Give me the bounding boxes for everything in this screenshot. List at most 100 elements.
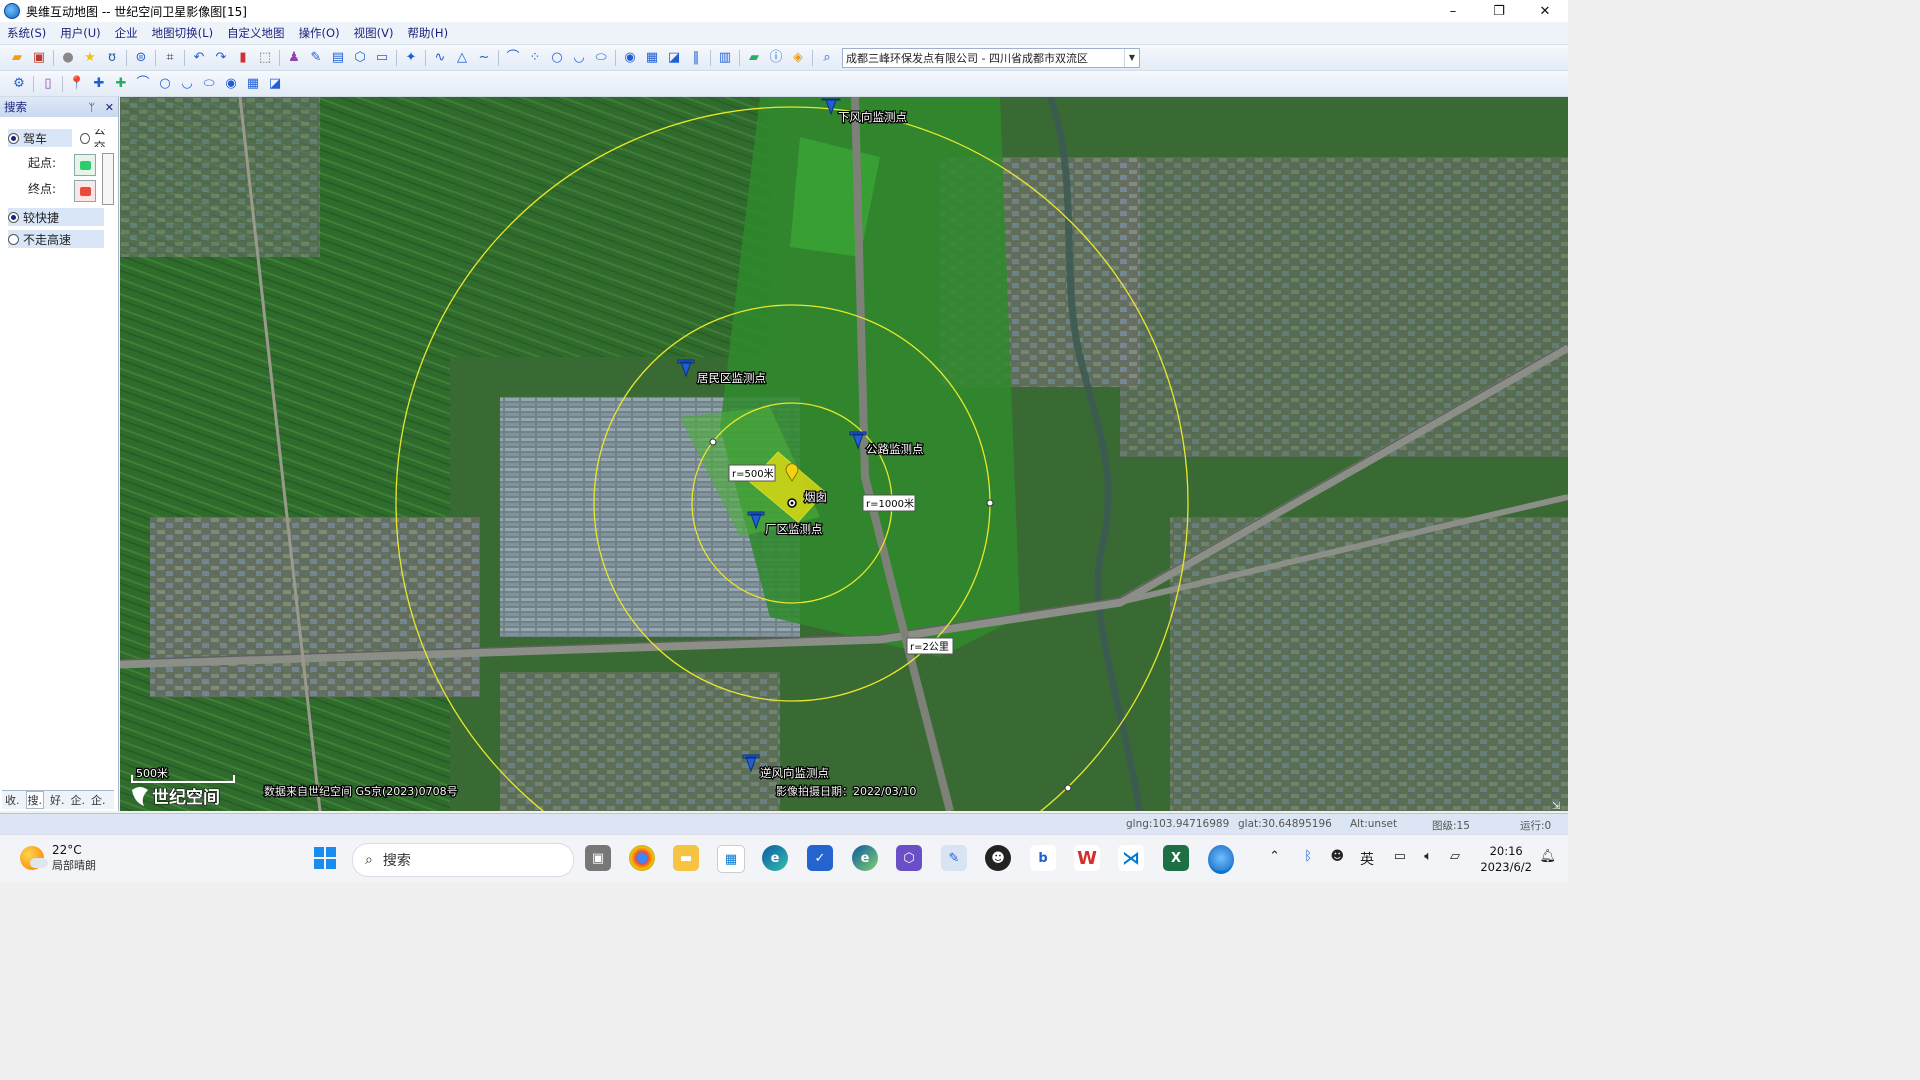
panel-close-icon[interactable]: ✕ bbox=[105, 101, 114, 114]
polyline-icon[interactable]: ∿ bbox=[432, 50, 448, 66]
network-icon[interactable]: ▭ bbox=[1394, 849, 1406, 864]
file-explorer-icon[interactable]: ▬ bbox=[673, 845, 699, 871]
user-pin-icon[interactable]: ♟ bbox=[286, 50, 302, 66]
menu-view[interactable]: 视图(V) bbox=[347, 22, 401, 44]
document-editor-icon[interactable]: ✎ bbox=[941, 845, 967, 871]
points-icon[interactable]: ⁘ bbox=[527, 50, 543, 66]
polygon-tool-icon[interactable]: ⬡ bbox=[352, 50, 368, 66]
side-tab-4[interactable]: 企. bbox=[71, 792, 86, 808]
screen-capture-icon[interactable]: ▭ bbox=[374, 50, 390, 66]
delete-icon[interactable]: ▮ bbox=[235, 50, 251, 66]
menu-map-switch[interactable]: 地图切换(L) bbox=[145, 22, 220, 44]
volume-icon[interactable]: 🔈︎ bbox=[1424, 849, 1432, 864]
split-icon[interactable]: ‖ bbox=[688, 50, 704, 66]
arc-line-icon[interactable]: ⌒ bbox=[505, 50, 521, 66]
circle-tool-icon[interactable]: ○ bbox=[157, 76, 173, 92]
notification-bell-icon[interactable]: 🔔︎ bbox=[1539, 849, 1556, 864]
yellow-pin-icon[interactable]: 📍 bbox=[69, 76, 85, 92]
location-combo[interactable]: 成都三峰环保发点有限公司 - 四川省成都市双流区 ▼ bbox=[842, 47, 1140, 68]
option-no-highway-radio[interactable]: 不走高速 bbox=[8, 230, 104, 248]
arc-icon[interactable]: ◡ bbox=[571, 50, 587, 66]
store-icon[interactable]: ▦ bbox=[717, 845, 745, 873]
menu-help[interactable]: 帮助(H) bbox=[400, 22, 455, 44]
maximize-button[interactable]: ❐ bbox=[1476, 0, 1522, 22]
menu-custom-map[interactable]: 自定义地图 bbox=[220, 22, 292, 44]
undo-icon[interactable]: ↶ bbox=[191, 50, 207, 66]
settings-gear-icon[interactable]: ⚙ bbox=[11, 76, 27, 92]
swap-handle[interactable] bbox=[102, 153, 114, 205]
wps-icon[interactable]: W bbox=[1074, 845, 1100, 871]
select-box-icon[interactable]: ⬚ bbox=[257, 50, 273, 66]
menu-user[interactable]: 用户(U) bbox=[53, 22, 107, 44]
bing-icon[interactable]: b bbox=[1030, 845, 1056, 871]
table-icon[interactable]: ▥ bbox=[717, 50, 733, 66]
layers-icon[interactable]: ⊜ bbox=[133, 50, 149, 66]
rect-fill-tool-icon[interactable]: ▦ bbox=[245, 76, 261, 92]
chrome-icon[interactable] bbox=[629, 845, 655, 871]
favorite-star-icon[interactable]: ★ bbox=[82, 50, 98, 66]
green-pin-icon[interactable]: ✚ bbox=[113, 76, 129, 92]
chevron-up-icon[interactable]: ⌃ bbox=[1269, 849, 1280, 864]
close-button[interactable]: ✕ bbox=[1522, 0, 1568, 22]
side-tab-3[interactable]: 好. bbox=[50, 792, 65, 808]
vscode-icon[interactable]: ⋊ bbox=[1118, 845, 1144, 871]
menu-enterprise[interactable]: 企业 bbox=[108, 22, 145, 44]
battery-icon[interactable]: ▱ bbox=[1450, 849, 1460, 864]
arc-tool-icon[interactable]: ◡ bbox=[179, 76, 195, 92]
map-canvas[interactable]: 烟囱 下风向监测点 居民区监测点 公路监测点 厂区监测点 逆风向监测点 r=50… bbox=[120, 97, 1568, 811]
taskbar-search[interactable]: ⌕ 搜索 bbox=[352, 843, 574, 877]
side-tab-2[interactable]: 搜. bbox=[25, 791, 44, 809]
redo-icon[interactable]: ↷ bbox=[213, 50, 229, 66]
users-icon[interactable]: ● bbox=[60, 50, 76, 66]
edge-icon[interactable]: e bbox=[762, 845, 788, 871]
add-pin-icon[interactable]: ✦ bbox=[403, 50, 419, 66]
mode-transit-radio[interactable]: 公交 bbox=[80, 129, 114, 147]
crop-icon[interactable]: ⌗ bbox=[162, 50, 178, 66]
info-icon[interactable]: ⓘ bbox=[768, 50, 784, 66]
measure-area-icon[interactable]: ▤ bbox=[330, 50, 346, 66]
rect-fill-icon[interactable]: ▦ bbox=[644, 50, 660, 66]
ellipse-tool-icon[interactable]: ⬭ bbox=[201, 76, 217, 92]
ovital-map-icon[interactable] bbox=[1208, 845, 1234, 874]
circle-fill-tool-icon[interactable]: ◉ bbox=[223, 76, 239, 92]
side-tab-5[interactable]: 企. bbox=[91, 792, 106, 808]
qq-penguin-icon[interactable]: ☻ bbox=[985, 845, 1011, 871]
bluetooth-icon[interactable]: ᛒ bbox=[1304, 849, 1312, 864]
circle-icon[interactable]: ○ bbox=[549, 50, 565, 66]
triangle-icon[interactable]: △ bbox=[454, 50, 470, 66]
todo-icon[interactable]: ✓ bbox=[807, 845, 833, 871]
ime-indicator[interactable]: 英 bbox=[1360, 849, 1374, 869]
start-pick-button[interactable] bbox=[74, 154, 96, 176]
menu-operation[interactable]: 操作(O) bbox=[292, 22, 347, 44]
menu-system[interactable]: 系统(S) bbox=[0, 22, 53, 44]
chevron-down-icon[interactable]: ▼ bbox=[1124, 48, 1139, 67]
curve-icon[interactable]: ∼ bbox=[476, 50, 492, 66]
circle-fill-icon[interactable]: ◉ bbox=[622, 50, 638, 66]
ellipse-icon[interactable]: ⬭ bbox=[593, 50, 609, 66]
edge-dev-icon[interactable]: e bbox=[852, 845, 878, 871]
option-fast-radio[interactable]: 较快捷 bbox=[8, 208, 104, 226]
clock[interactable]: 20:16 2023/6/2 bbox=[1480, 843, 1532, 875]
tray-penguin-icon[interactable]: ☻ bbox=[1330, 849, 1344, 864]
blue-pin-icon[interactable]: ✚ bbox=[91, 76, 107, 92]
start-button[interactable] bbox=[314, 847, 336, 869]
open-folder-icon[interactable]: ▰ bbox=[9, 50, 25, 66]
task-view-icon[interactable]: ▣ bbox=[585, 845, 611, 871]
resize-grip-icon[interactable]: ⇲ bbox=[1552, 801, 1561, 811]
ring-handle[interactable] bbox=[709, 438, 717, 446]
save-icon[interactable]: ▣ bbox=[31, 50, 47, 66]
end-pick-button[interactable] bbox=[74, 180, 96, 202]
ruler-icon[interactable]: ✎ bbox=[308, 50, 324, 66]
search-icon[interactable]: ⌕ bbox=[819, 50, 835, 66]
diamond-icon[interactable]: ◈ bbox=[790, 50, 806, 66]
chat-icon[interactable]: ▰ bbox=[746, 50, 762, 66]
hex-app-icon[interactable]: ⬡ bbox=[896, 845, 922, 871]
document-icon[interactable]: ▯ bbox=[40, 76, 56, 92]
weather-widget[interactable]: 22°C 局部晴朗 bbox=[20, 843, 96, 873]
satellite-map[interactable]: 烟囱 下风向监测点 居民区监测点 公路监测点 厂区监测点 逆风向监测点 r=50… bbox=[120, 97, 1568, 811]
minimize-button[interactable]: – bbox=[1430, 0, 1476, 22]
mode-drive-radio[interactable]: 驾车 bbox=[8, 129, 72, 147]
ring-handle[interactable] bbox=[1064, 784, 1072, 792]
polygon-fill-icon[interactable]: ◪ bbox=[666, 50, 682, 66]
excel-icon[interactable]: X bbox=[1163, 845, 1189, 871]
